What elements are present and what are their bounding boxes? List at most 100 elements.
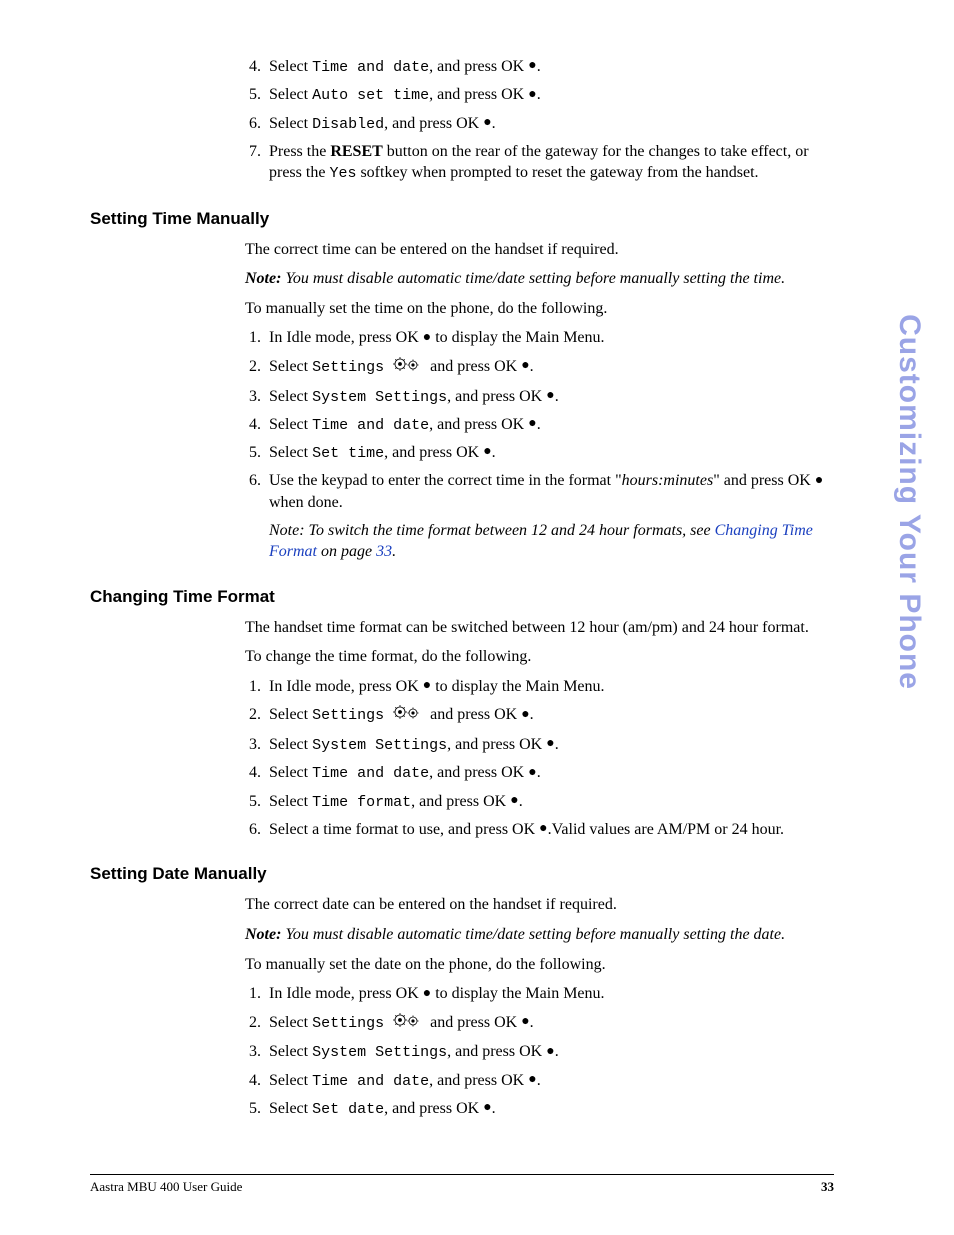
- step-text: .Valid values are AM/PM or 24 hour.: [548, 821, 784, 838]
- note-label: Note:: [245, 926, 281, 943]
- step-text: Select: [269, 1043, 312, 1060]
- step-text: to display the Main Menu.: [431, 985, 604, 1002]
- ok-dot-icon: ●: [521, 359, 529, 373]
- section-body: The correct time can be entered on the h…: [90, 239, 834, 563]
- list-item: In Idle mode, press OK ● to display the …: [265, 327, 834, 349]
- ok-dot-icon: ●: [521, 1015, 529, 1029]
- step-text: Select a time format to use, and press O…: [269, 821, 539, 838]
- menu-option: Auto set time: [312, 87, 429, 104]
- side-chapter-title: Customizing Your Phone: [892, 314, 926, 690]
- step-text: and press OK: [430, 358, 521, 375]
- numbered-steps-top: Select Time and date, and press OK ●. Se…: [245, 56, 834, 185]
- note-text: .: [392, 543, 396, 560]
- list-item: Use the keypad to enter the correct time…: [265, 470, 834, 562]
- step-text: Select: [269, 1014, 312, 1031]
- ok-dot-icon: ●: [483, 1101, 491, 1115]
- step-text: Select: [269, 706, 312, 723]
- ok-dot-icon: ●: [546, 389, 554, 403]
- list-item: In Idle mode, press OK ● to display the …: [265, 676, 834, 698]
- format-example: hours:minutes: [622, 472, 714, 489]
- step-text: when done.: [269, 494, 343, 511]
- step-text: In Idle mode, press OK: [269, 329, 423, 346]
- list-item: Select Settings and press OK ●.: [265, 1011, 834, 1036]
- step-text: to display the Main Menu.: [431, 329, 604, 346]
- list-item: Select Time and date, and press OK ●.: [265, 414, 834, 436]
- note-text: You must disable automatic time/date set…: [281, 270, 785, 287]
- list-item: Select Settings and press OK ●.: [265, 703, 834, 728]
- ok-dot-icon: ●: [546, 737, 554, 751]
- paragraph: The handset time format can be switched …: [245, 617, 834, 639]
- note-text: Note: To switch the time format between …: [269, 522, 715, 539]
- paragraph: To manually set the date on the phone, d…: [245, 954, 834, 976]
- menu-option: System Settings: [312, 737, 447, 754]
- step-text: Select: [269, 764, 312, 781]
- numbered-steps: In Idle mode, press OK ● to display the …: [245, 327, 834, 562]
- step-text: In Idle mode, press OK: [269, 985, 423, 1002]
- footer-guide-name: Aastra MBU 400 User Guide: [90, 1179, 242, 1195]
- step-text: Select: [269, 1072, 312, 1089]
- paragraph: The correct date can be entered on the h…: [245, 894, 834, 916]
- ok-dot-icon: ●: [528, 88, 536, 102]
- step-text: , and press OK: [429, 1072, 528, 1089]
- note-text: You must disable automatic time/date set…: [281, 926, 785, 943]
- ok-dot-icon: ●: [539, 822, 547, 836]
- ok-dot-icon: ●: [483, 116, 491, 130]
- note: Note: You must disable automatic time/da…: [245, 924, 834, 946]
- step-text: Select: [269, 444, 312, 461]
- heading-setting-time-manually: Setting Time Manually: [90, 209, 834, 229]
- list-item: Select Time and date, and press OK ●.: [265, 56, 834, 78]
- numbered-steps: In Idle mode, press OK ● to display the …: [245, 983, 834, 1120]
- list-item: Select Time and date, and press OK ●.: [265, 1070, 834, 1092]
- menu-option: Time and date: [312, 1073, 429, 1090]
- ok-dot-icon: ●: [423, 331, 431, 345]
- menu-option: Set date: [312, 1101, 384, 1118]
- list-item: Select System Settings, and press OK ●.: [265, 386, 834, 408]
- menu-option: Time and date: [312, 59, 429, 76]
- step-text: Select: [269, 1100, 312, 1117]
- step-text: , and press OK: [447, 1043, 546, 1060]
- menu-option: Time and date: [312, 765, 429, 782]
- ok-dot-icon: ●: [528, 417, 536, 431]
- paragraph: To change the time format, do the follow…: [245, 646, 834, 668]
- ok-dot-icon: ●: [528, 1073, 536, 1087]
- step-text: , and press OK: [429, 764, 528, 781]
- step-text: , and press OK: [384, 444, 483, 461]
- step-text: " and press OK: [713, 472, 815, 489]
- list-item: Select Time format, and press OK ●.: [265, 791, 834, 813]
- list-item: Select Disabled, and press OK ●.: [265, 113, 834, 135]
- ok-dot-icon: ●: [423, 987, 431, 1001]
- step-text: Select: [269, 388, 312, 405]
- step-text: to display the Main Menu.: [431, 678, 604, 695]
- page-ref-link[interactable]: 33: [376, 543, 392, 560]
- settings-gears-icon: [392, 1011, 422, 1036]
- step-text: and press OK: [430, 706, 521, 723]
- paragraph: The correct time can be entered on the h…: [245, 239, 834, 261]
- list-item: Select Set time, and press OK ●.: [265, 442, 834, 464]
- footer-page-number: 33: [821, 1179, 834, 1195]
- step-text: Press the: [269, 143, 330, 160]
- list-item: Select System Settings, and press OK ●.: [265, 734, 834, 756]
- document-page: Select Time and date, and press OK ●. Se…: [0, 0, 954, 1166]
- step-text: , and press OK: [384, 115, 483, 132]
- menu-option: Set time: [312, 445, 384, 462]
- list-item: Select Auto set time, and press OK ●.: [265, 84, 834, 106]
- numbered-steps: In Idle mode, press OK ● to display the …: [245, 676, 834, 841]
- step-text: In Idle mode, press OK: [269, 678, 423, 695]
- ok-dot-icon: ●: [510, 794, 518, 808]
- step-text: , and press OK: [384, 1100, 483, 1117]
- heading-changing-time-format: Changing Time Format: [90, 587, 834, 607]
- menu-option: Settings: [312, 707, 384, 724]
- list-item: Select Time and date, and press OK ●.: [265, 762, 834, 784]
- note-label: Note:: [245, 270, 281, 287]
- step-text: , and press OK: [447, 736, 546, 753]
- step-text: Select: [269, 736, 312, 753]
- menu-option: Settings: [312, 359, 384, 376]
- page-footer: Aastra MBU 400 User Guide 33: [90, 1174, 834, 1195]
- step-text: , and press OK: [411, 793, 510, 810]
- list-item: Select Set date, and press OK ●.: [265, 1098, 834, 1120]
- step-text: Select: [269, 416, 312, 433]
- note-text: on page: [317, 543, 376, 560]
- settings-gears-icon: [392, 355, 422, 380]
- ok-dot-icon: ●: [815, 474, 823, 488]
- list-item: Select a time format to use, and press O…: [265, 819, 834, 841]
